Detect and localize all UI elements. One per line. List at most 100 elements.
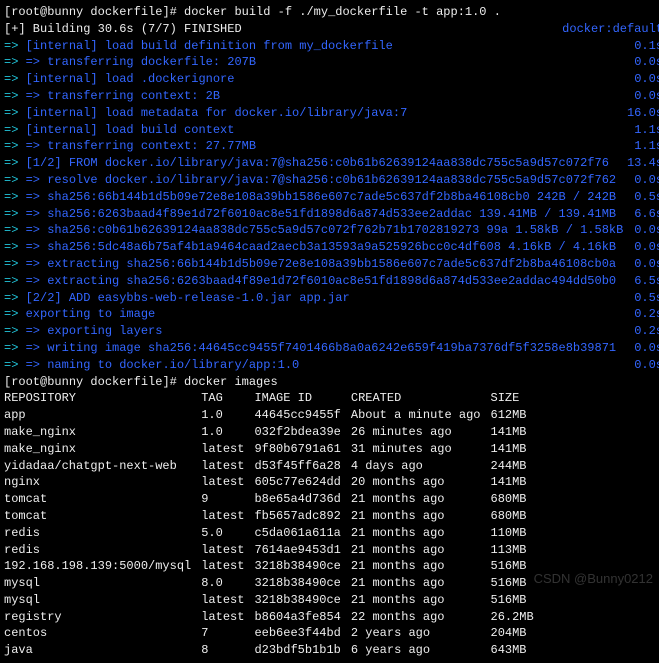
table-cell: 643MB [491,642,534,659]
table-cell: 21 months ago [351,542,491,559]
table-cell: 032f2bdea39e [254,424,350,441]
table-cell: redis [4,525,201,542]
build-step: => [internal] load .dockerignore0.0s [4,71,659,88]
table-cell: latest [201,474,254,491]
table-cell: 21 months ago [351,525,491,542]
table-cell: redis [4,542,201,559]
table-cell: nginx [4,474,201,491]
table-cell: 516MB [491,592,534,609]
shell-prompt-2: [root@bunny dockerfile]# docker images [4,374,659,391]
table-cell: 21 months ago [351,558,491,575]
table-cell: 113MB [491,542,534,559]
table-cell: app [4,407,201,424]
table-cell: 141MB [491,474,534,491]
build-step: => => sha256:5dc48a6b75af4b1a9464caad2ae… [4,239,659,256]
table-cell: latest [201,609,254,626]
build-step: => => naming to docker.io/library/app:1.… [4,357,659,374]
table-row: redis5.0c5da061a611a21 months ago110MB [4,525,534,542]
table-cell: c5da061a611a [254,525,350,542]
table-cell: 141MB [491,424,534,441]
build-header: [+] Building 30.6s (7/7) FINISHEDdocker:… [4,21,659,38]
build-step: => => transferring context: 27.77MB1.1s [4,138,659,155]
table-cell: fb5657adc892 [254,508,350,525]
table-cell: 612MB [491,407,534,424]
table-cell: 605c77e624dd [254,474,350,491]
table-cell: d53f45ff6a28 [254,458,350,475]
table-cell: b8604a3fe854 [254,609,350,626]
build-step: => => extracting sha256:6263baad4f89e1d7… [4,273,659,290]
table-header: SIZE [491,390,534,407]
table-cell: 204MB [491,625,534,642]
table-cell: yidadaa/chatgpt-next-web [4,458,201,475]
command-1: docker build -f ./my_dockerfile -t app:1… [184,5,501,19]
table-cell: 8 [201,642,254,659]
build-step: => [1/2] FROM docker.io/library/java:7@s… [4,155,659,172]
table-cell: 7 [201,625,254,642]
table-cell: 192.168.198.139:5000/mysql [4,558,201,575]
table-cell: 9f80b6791a61 [254,441,350,458]
table-header-row: REPOSITORYTAGIMAGE IDCREATEDSIZE [4,390,534,407]
table-cell: 680MB [491,508,534,525]
table-row: registrylatestb8604a3fe85422 months ago2… [4,609,534,626]
table-cell: 3218b38490ce [254,575,350,592]
build-step: => => resolve docker.io/library/java:7@s… [4,172,659,189]
table-cell: 22 months ago [351,609,491,626]
build-step: => exporting to image0.2s [4,306,659,323]
table-cell: 21 months ago [351,491,491,508]
table-row: redislatest7614ae9453d121 months ago113M… [4,542,534,559]
table-cell: 6 years ago [351,642,491,659]
table-cell: 26 minutes ago [351,424,491,441]
shell-prompt-1: [root@bunny dockerfile]# docker build -f… [4,4,659,21]
command-2: docker images [184,375,278,389]
table-row: tomcatlatestfb5657adc89221 months ago680… [4,508,534,525]
table-cell: 141MB [491,441,534,458]
table-cell: 3218b38490ce [254,558,350,575]
table-row: mysql8.03218b38490ce21 months ago516MB [4,575,534,592]
table-row: make_nginx1.0032f2bdea39e26 minutes ago1… [4,424,534,441]
table-cell: 1.0 [201,407,254,424]
build-step: => [internal] load build context1.1s [4,122,659,139]
table-cell: d23bdf5b1b1b [254,642,350,659]
table-cell: java [4,642,201,659]
table-cell: 8.0 [201,575,254,592]
build-step: => => sha256:c0b61b62639124aa838dc755c5a… [4,222,659,239]
table-cell: 516MB [491,575,534,592]
build-step: => [internal] load build definition from… [4,38,659,55]
table-cell: 31 minutes ago [351,441,491,458]
table-cell: tomcat [4,508,201,525]
table-cell: b8e65a4d736d [254,491,350,508]
table-cell: latest [201,558,254,575]
table-cell: mysql [4,575,201,592]
table-cell: 110MB [491,525,534,542]
table-row: java8d23bdf5b1b1b6 years ago643MB [4,642,534,659]
table-cell: latest [201,542,254,559]
table-row: mysqllatest3218b38490ce21 months ago516M… [4,592,534,609]
table-header: REPOSITORY [4,390,201,407]
table-cell: tomcat [4,491,201,508]
table-cell: 21 months ago [351,592,491,609]
table-cell: 2 years ago [351,625,491,642]
table-cell: latest [201,458,254,475]
table-cell: 5.0 [201,525,254,542]
table-cell: About a minute ago [351,407,491,424]
table-cell: 21 months ago [351,508,491,525]
table-cell: 21 months ago [351,575,491,592]
build-step: => => transferring dockerfile: 207B0.0s [4,54,659,71]
table-cell: 3218b38490ce [254,592,350,609]
table-cell: make_nginx [4,441,201,458]
table-cell: 7614ae9453d1 [254,542,350,559]
build-step: => => exporting layers0.2s [4,323,659,340]
build-step: => [2/2] ADD easybbs-web-release-1.0.jar… [4,290,659,307]
table-cell: eeb6ee3f44bd [254,625,350,642]
table-cell: 4 days ago [351,458,491,475]
table-row: centos7eeb6ee3f44bd2 years ago204MB [4,625,534,642]
table-cell: 516MB [491,558,534,575]
table-cell: 26.2MB [491,609,534,626]
build-step: => => sha256:66b144b1d5b09e72e8e108a39bb… [4,189,659,206]
build-step: => => extracting sha256:66b144b1d5b09e72… [4,256,659,273]
table-cell: latest [201,508,254,525]
table-header: IMAGE ID [254,390,350,407]
table-cell: centos [4,625,201,642]
build-step: => => sha256:6263baad4f89e1d72f6010ac8e5… [4,206,659,223]
table-header: CREATED [351,390,491,407]
